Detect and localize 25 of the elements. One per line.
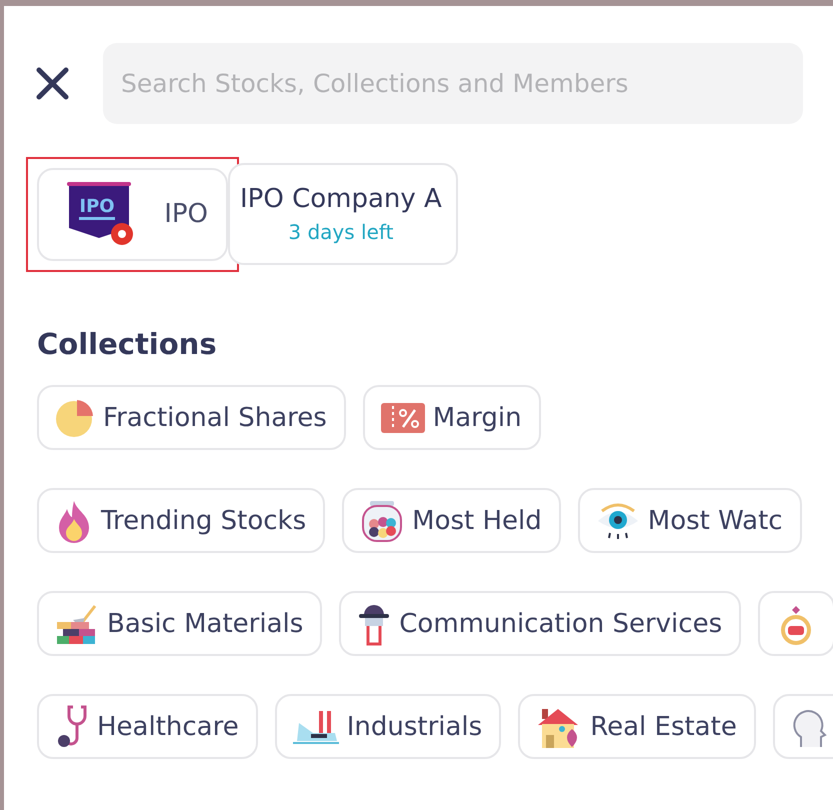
section-heading: Collections (37, 327, 218, 361)
collection-chip[interactable]: Communication Services (339, 591, 742, 656)
collection-chip[interactable] (758, 591, 833, 656)
collection-chip[interactable]: Fractional Shares (37, 385, 346, 450)
days-left: 3 days left (288, 220, 394, 244)
collection-chip[interactable]: Real Estate (518, 694, 756, 759)
close-icon[interactable] (35, 66, 70, 101)
ticket-percent-icon (380, 402, 425, 432)
search-field[interactable]: Search Stocks, Collections and Members (103, 43, 803, 124)
collection-chip[interactable]: Most Watc (578, 488, 802, 553)
ipo-company-card[interactable]: IPO Company A 3 days left (228, 163, 458, 265)
eye-icon (596, 500, 640, 540)
ipo-label: IPO (164, 199, 208, 229)
company-name: IPO Company A (240, 184, 442, 214)
collection-chip[interactable]: Healthcare (37, 694, 258, 759)
collection-chip[interactable]: Basic Materials (37, 591, 322, 656)
collection-chip[interactable]: Industrials (274, 694, 502, 759)
pie-chart-icon (55, 398, 95, 438)
ipo-category-card[interactable]: IPO IPO (37, 168, 228, 260)
collection-chip[interactable] (772, 694, 833, 759)
collection-chip[interactable]: Trending Stocks (37, 488, 326, 553)
stethoscope-icon (55, 704, 89, 750)
collection-chip[interactable]: Most Held (342, 488, 561, 553)
candy-jar-icon (360, 498, 404, 542)
collection-chip[interactable]: Margin (362, 385, 541, 450)
